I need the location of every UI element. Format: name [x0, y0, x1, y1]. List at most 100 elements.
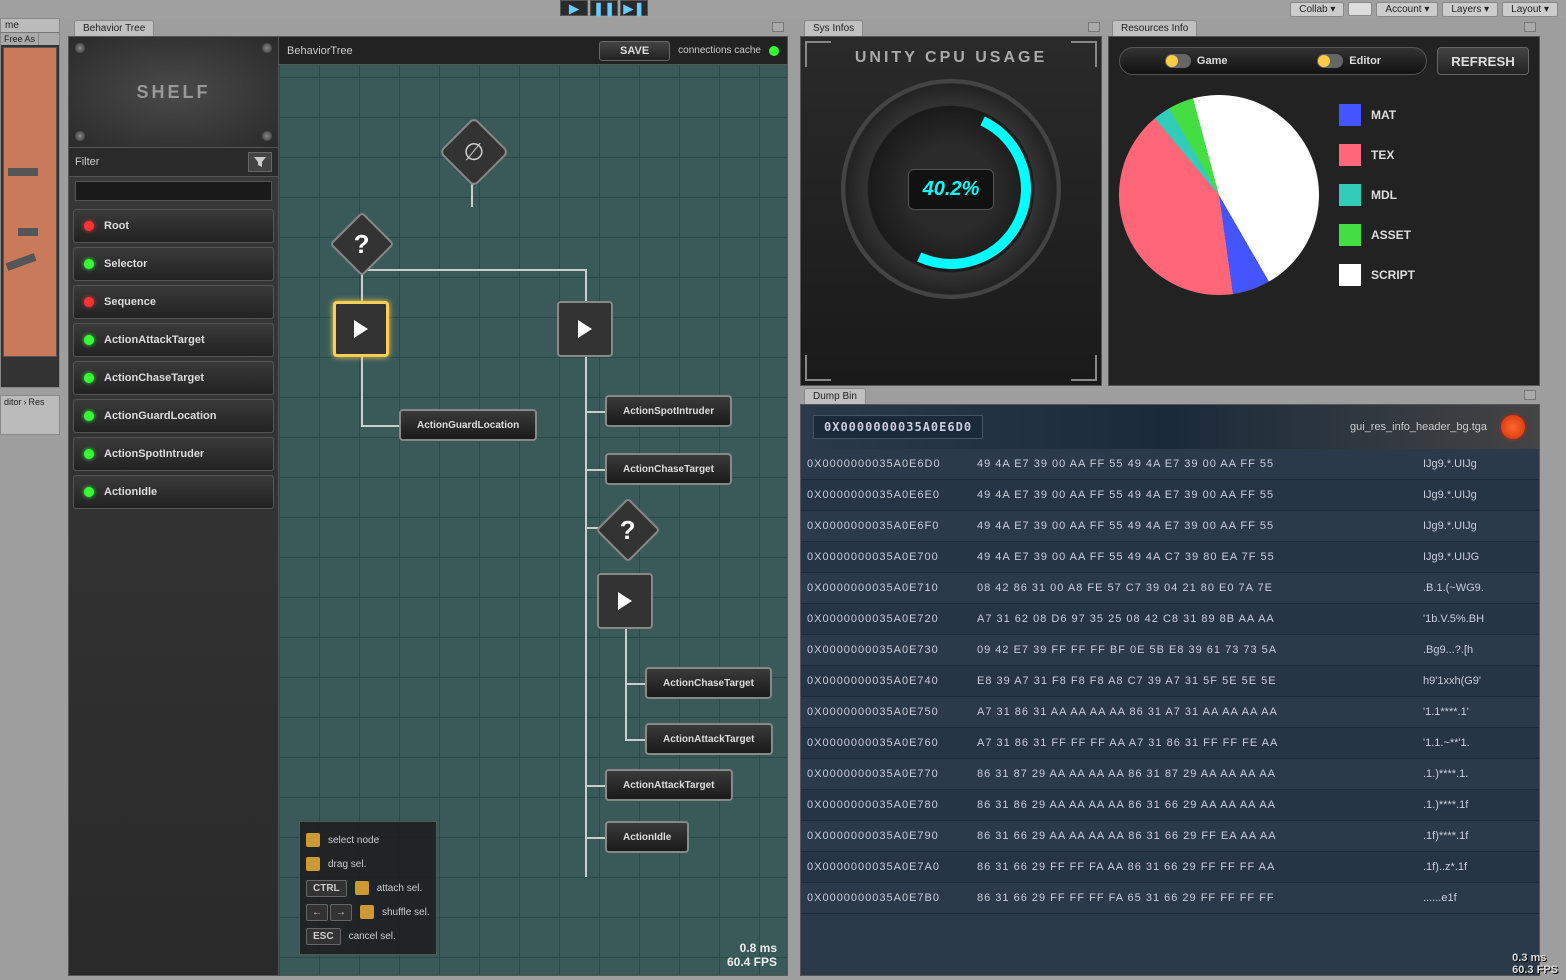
pause-button[interactable]: ❚❚ — [590, 0, 618, 16]
dump-addr: 0X0000000035A0E780 — [807, 799, 967, 811]
dump-addr: 0X0000000035A0E7A0 — [807, 861, 967, 873]
shelf-item-label: Sequence — [104, 296, 156, 308]
filter-icon[interactable] — [248, 152, 272, 172]
bt-canvas[interactable]: BehaviorTree SAVE connections cache ∅ ? … — [279, 37, 787, 975]
save-button[interactable]: SAVE — [599, 41, 670, 61]
project-panel-fragment: ditor › Res — [0, 395, 60, 435]
dump-row[interactable]: 0X0000000035A0E6F049 4A E7 39 00 AA FF 5… — [801, 511, 1539, 542]
dump-row[interactable]: 0X0000000035A0E7B086 31 66 29 FF FF FF F… — [801, 883, 1539, 914]
free-aspect[interactable]: Free As — [1, 33, 39, 45]
node-sequence-1[interactable] — [333, 301, 389, 357]
node-action-spot[interactable]: ActionSpotIntruder — [605, 395, 732, 427]
dump-hex: 49 4A E7 39 00 AA FF 55 49 4A E7 39 00 A… — [977, 458, 1413, 470]
play-controls: ▶ ❚❚ ▶❚ — [560, 0, 648, 16]
toggle-game[interactable]: Game — [1165, 54, 1228, 68]
dump-addr: 0X0000000035A0E790 — [807, 830, 967, 842]
shelf-item-actionchasetarget[interactable]: ActionChaseTarget — [73, 361, 274, 395]
layers-menu[interactable]: Layers ▾ — [1442, 2, 1498, 17]
dump-hex: 49 4A E7 39 00 AA FF 55 49 4A C7 39 80 E… — [977, 551, 1413, 563]
dump-row[interactable]: 0X0000000035A0E77086 31 87 29 AA AA AA A… — [801, 759, 1539, 790]
step-button[interactable]: ▶❚ — [620, 0, 648, 16]
status-dot-icon — [84, 221, 94, 231]
node-action-idle[interactable]: ActionIdle — [605, 821, 689, 853]
dump-hex: 86 31 87 29 AA AA AA AA 86 31 87 29 AA A… — [977, 768, 1413, 780]
dump-row[interactable]: 0X0000000035A0E720A7 31 62 08 D6 97 35 2… — [801, 604, 1539, 635]
dump-bin-tab[interactable]: Dump Bin — [804, 388, 866, 404]
editor-tab[interactable]: ditor — [4, 397, 22, 407]
node-action-attack-2[interactable]: ActionAttackTarget — [605, 769, 733, 801]
shelf-item-actionidle[interactable]: ActionIdle — [73, 475, 274, 509]
node-action-attack-1[interactable]: ActionAttackTarget — [645, 723, 773, 755]
dump-row[interactable]: 0X0000000035A0E7A086 31 66 29 FF FF FA A… — [801, 852, 1539, 883]
sys-panel-menu[interactable] — [1088, 22, 1100, 32]
legend-item-mat: MAT — [1339, 104, 1415, 126]
resources-tab[interactable]: Resources Info — [1112, 20, 1197, 36]
dump-ascii: '1b.V.5%.BH — [1423, 613, 1533, 625]
legend-item-tex: TEX — [1339, 144, 1415, 166]
shelf-item-actionguardlocation[interactable]: ActionGuardLocation — [73, 399, 274, 433]
legend-item-script: SCRIPT — [1339, 264, 1415, 286]
sys-infos-tab[interactable]: Sys Infos — [804, 20, 863, 36]
node-sequence-3[interactable] — [597, 573, 653, 629]
reload-icon[interactable] — [1499, 413, 1527, 441]
dump-ascii: .1f)****.1f — [1423, 830, 1533, 842]
dump-panel-menu[interactable] — [1524, 390, 1536, 400]
cache-label: connections cache — [678, 45, 761, 56]
filter-label: Filter — [75, 156, 248, 168]
cpu-gauge: 40.2% — [841, 79, 1061, 299]
status-dot-icon — [84, 335, 94, 345]
account-menu[interactable]: Account ▾ — [1376, 2, 1438, 17]
shelf-item-sequence[interactable]: Sequence — [73, 285, 274, 319]
dump-row[interactable]: 0X0000000035A0E79086 31 66 29 AA AA AA A… — [801, 821, 1539, 852]
play-button[interactable]: ▶ — [560, 0, 588, 16]
dump-row[interactable]: 0X0000000035A0E73009 42 E7 39 FF FF FF B… — [801, 635, 1539, 666]
node-action-chase-2[interactable]: ActionChaseTarget — [645, 667, 772, 699]
dump-ascii: IJg9.*.UIJG — [1423, 551, 1533, 563]
behavior-tree-tab[interactable]: Behavior Tree — [74, 20, 154, 36]
dump-ascii: ......e1f — [1423, 892, 1533, 904]
shelf-title: SHELF — [136, 82, 210, 103]
dump-row[interactable]: 0X0000000035A0E6D0 49 4A E7 39 00 AA FF 5… — [801, 449, 1539, 480]
scene-tab[interactable]: me — [1, 19, 59, 33]
node-action-chase[interactable]: ActionChaseTarget — [605, 453, 732, 485]
dump-rows[interactable]: 0X0000000035A0E6D0 49 4A E7 39 00 AA FF 5… — [801, 449, 1539, 975]
dump-row[interactable]: 0X0000000035A0E750A7 31 86 31 AA AA AA A… — [801, 697, 1539, 728]
scene-view[interactable] — [3, 47, 57, 357]
resources-pie-chart — [1119, 95, 1319, 295]
dump-addr: 0X0000000035A0E6D0 — [807, 458, 967, 470]
mouse-drag-icon — [306, 857, 320, 871]
dump-addr: 0X0000000035A0E740 — [807, 675, 967, 687]
collab-menu[interactable]: Collab ▾ — [1290, 2, 1344, 17]
res-tab[interactable]: Res — [29, 397, 45, 407]
node-action-guard[interactable]: ActionGuardLocation — [399, 409, 537, 441]
dump-addr: 0X0000000035A0E6F0 — [807, 520, 967, 532]
shelf-item-selector[interactable]: Selector — [73, 247, 274, 281]
legend-item-asset: ASSET — [1339, 224, 1415, 246]
status-dot-icon — [84, 259, 94, 269]
node-sequence-2[interactable] — [557, 301, 613, 357]
dump-row[interactable]: 0X0000000035A0E71008 42 86 31 00 A8 FE 5… — [801, 573, 1539, 604]
cloud-icon[interactable] — [1348, 2, 1372, 16]
layout-menu[interactable]: Layout ▾ — [1502, 2, 1558, 17]
shelf-item-actionattacktarget[interactable]: ActionAttackTarget — [73, 323, 274, 357]
shelf-list: Root Selector Sequence ActionAttackTarget Ac… — [69, 205, 278, 975]
shelf-item-root[interactable]: Root — [73, 209, 274, 243]
dump-row[interactable]: 0X0000000035A0E70049 4A E7 39 00 AA FF 5… — [801, 542, 1539, 573]
dump-addr: 0X0000000035A0E710 — [807, 582, 967, 594]
status-dot-icon — [84, 297, 94, 307]
res-panel-menu[interactable] — [1524, 22, 1536, 32]
dump-hex: A7 31 62 08 D6 97 35 25 08 42 C8 31 89 8… — [977, 613, 1413, 625]
legend-swatch — [1339, 104, 1361, 126]
dump-row[interactable]: 0X0000000035A0E78086 31 86 29 AA AA AA A… — [801, 790, 1539, 821]
status-dot-icon — [84, 449, 94, 459]
dump-row[interactable]: 0X0000000035A0E6E049 4A E7 39 00 AA FF 5… — [801, 480, 1539, 511]
legend-label: TEX — [1371, 148, 1394, 162]
dump-ascii: .Bg9...?.[h — [1423, 644, 1533, 656]
toggle-editor[interactable]: Editor — [1317, 54, 1381, 68]
refresh-button[interactable]: REFRESH — [1437, 47, 1529, 75]
dump-row[interactable]: 0X0000000035A0E740E8 39 A7 31 F8 F8 F8 A… — [801, 666, 1539, 697]
dump-row[interactable]: 0X0000000035A0E760A7 31 86 31 FF FF FF A… — [801, 728, 1539, 759]
shelf-item-actionspotintruder[interactable]: ActionSpotIntruder — [73, 437, 274, 471]
bt-panel-menu[interactable] — [772, 22, 784, 32]
filter-input[interactable] — [75, 181, 272, 201]
